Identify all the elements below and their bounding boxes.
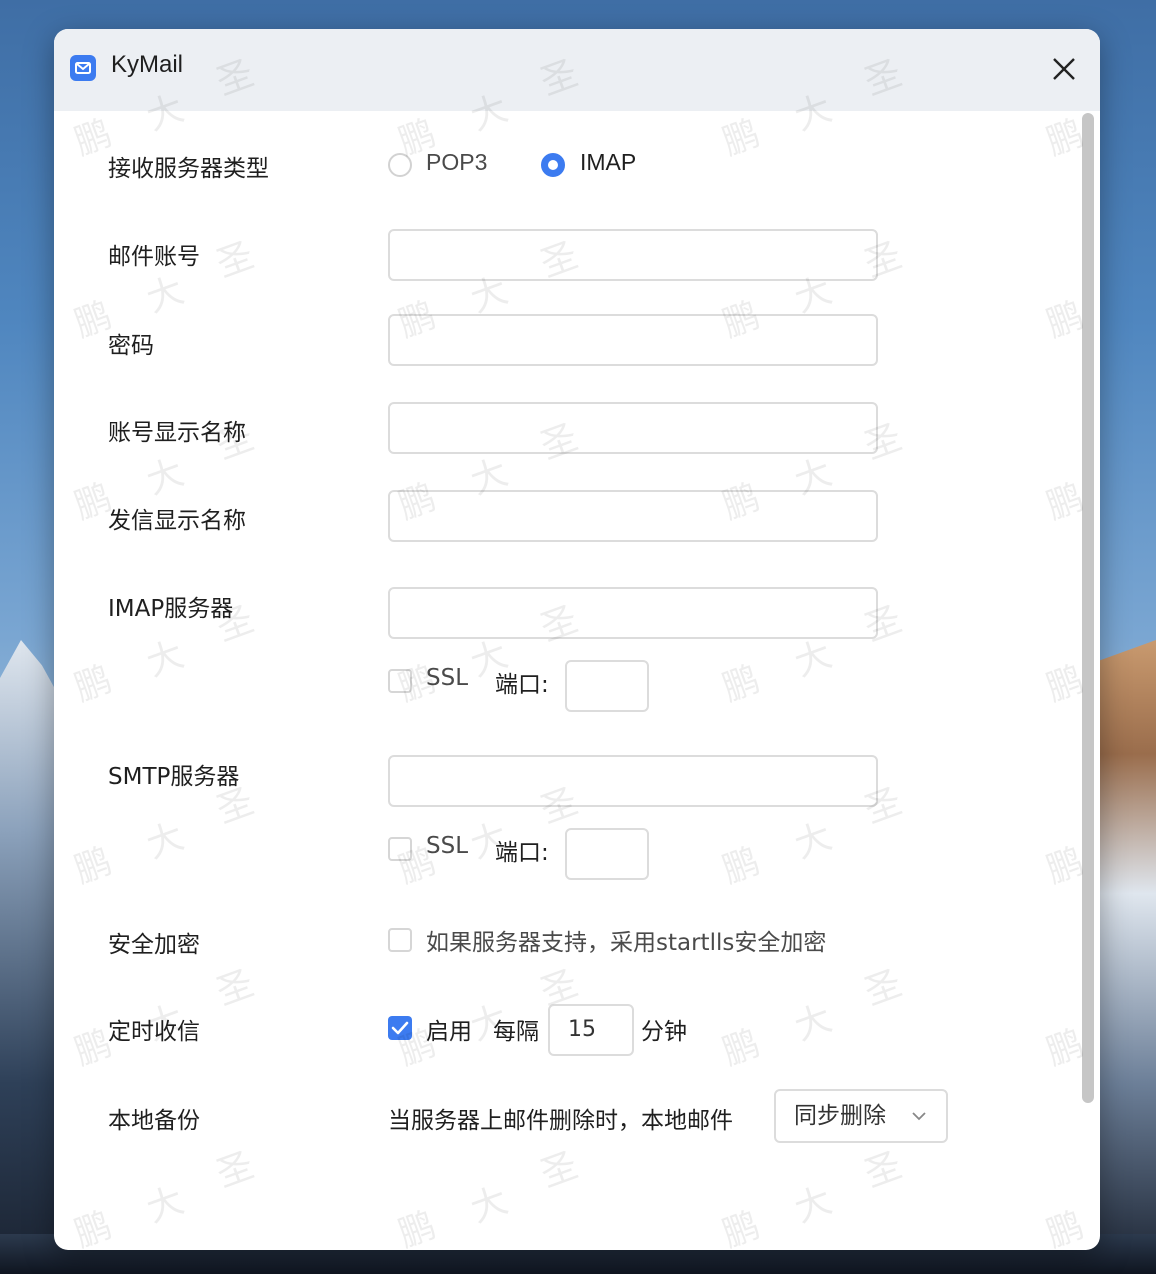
watermark-char: 圣 [859, 1144, 908, 1196]
schedule-enable-checkbox[interactable] [388, 1016, 412, 1040]
imap-port-label: 端口: [495, 672, 549, 698]
starttls-checkbox[interactable] [388, 928, 412, 952]
watermark-char: 鹏 [717, 112, 766, 164]
display-name-label: 账号显示名称 [108, 420, 246, 446]
radio-imap[interactable] [541, 153, 565, 177]
smtp-port-input[interactable] [565, 828, 649, 880]
backup-label: 本地备份 [108, 1108, 200, 1134]
server-type-label: 接收服务器类型 [108, 156, 269, 182]
check-icon [391, 1021, 409, 1035]
backup-option-value: 同步删除 [794, 1103, 886, 1129]
watermark-char: 圣 [859, 962, 908, 1014]
watermark-char: 鹏 [717, 658, 766, 710]
backup-description: 当服务器上邮件删除时，本地邮件 [388, 1108, 733, 1134]
watermark-char: 圣 [211, 1144, 260, 1196]
watermark-char: 圣 [211, 234, 260, 286]
smtp-server-input[interactable] [388, 755, 878, 807]
starttls-label: 如果服务器支持，采用startlls安全加密 [426, 930, 827, 956]
mail-icon [70, 55, 96, 81]
imap-ssl-label: SSL [426, 665, 469, 691]
interval-input[interactable]: 15 [548, 1004, 634, 1056]
password-input[interactable] [388, 314, 878, 366]
watermark-char: 鹏 [69, 840, 118, 892]
watermark-char: 鹏 [717, 840, 766, 892]
smtp-ssl-label: SSL [426, 833, 469, 859]
password-label: 密码 [108, 333, 154, 359]
display-name-input[interactable] [388, 402, 878, 454]
watermark-char: 大 [789, 815, 838, 867]
watermark-char: 鹏 [393, 1204, 442, 1250]
account-settings-dialog: KyMail 接收服务器类型 POP3 IMAP 邮件账号 密码 账号显示名称 … [54, 29, 1100, 1250]
sender-name-input[interactable] [388, 490, 878, 542]
watermark-char: 大 [141, 633, 190, 685]
watermark-char: 大 [141, 1179, 190, 1231]
watermark-char: 大 [789, 997, 838, 1049]
backup-option-select[interactable]: 同步删除 [774, 1089, 948, 1143]
smtp-ssl-checkbox[interactable] [388, 837, 412, 861]
close-icon [1053, 58, 1075, 80]
account-input[interactable] [388, 229, 878, 281]
title-bar: KyMail [54, 29, 1100, 111]
watermark-char: 大 [465, 1179, 514, 1231]
radio-pop3[interactable] [388, 153, 412, 177]
watermark-char: 鹏 [1041, 1204, 1090, 1250]
security-label: 安全加密 [108, 932, 200, 958]
watermark-char: 鹏 [69, 1204, 118, 1250]
smtp-port-label: 端口: [495, 840, 549, 866]
imap-ssl-checkbox[interactable] [388, 669, 412, 693]
close-button[interactable] [1044, 49, 1084, 89]
watermark-char: 大 [789, 1179, 838, 1231]
watermark-char: 大 [141, 451, 190, 503]
imap-port-input[interactable] [565, 660, 649, 712]
watermark-char: 鹏 [69, 658, 118, 710]
minutes-label: 分钟 [641, 1019, 687, 1045]
smtp-server-label: SMTP服务器 [108, 764, 240, 790]
imap-server-input[interactable] [388, 587, 878, 639]
imap-label[interactable]: IMAP [580, 149, 636, 176]
every-label: 每隔 [493, 1019, 539, 1045]
schedule-label: 定时收信 [108, 1019, 200, 1045]
watermark-char: 鹏 [717, 1022, 766, 1074]
scrollbar[interactable] [1082, 113, 1094, 1103]
account-label: 邮件账号 [108, 244, 200, 270]
watermark-char: 大 [141, 815, 190, 867]
chevron-down-icon [912, 1112, 926, 1121]
watermark-char: 圣 [211, 962, 260, 1014]
enable-label: 启用 [426, 1019, 472, 1045]
watermark-char: 圣 [535, 1144, 584, 1196]
watermark-char: 鹏 [717, 1204, 766, 1250]
window-title: KyMail [111, 51, 184, 78]
pop3-label[interactable]: POP3 [426, 149, 487, 176]
imap-server-label: IMAP服务器 [108, 596, 234, 622]
sender-name-label: 发信显示名称 [108, 508, 246, 534]
